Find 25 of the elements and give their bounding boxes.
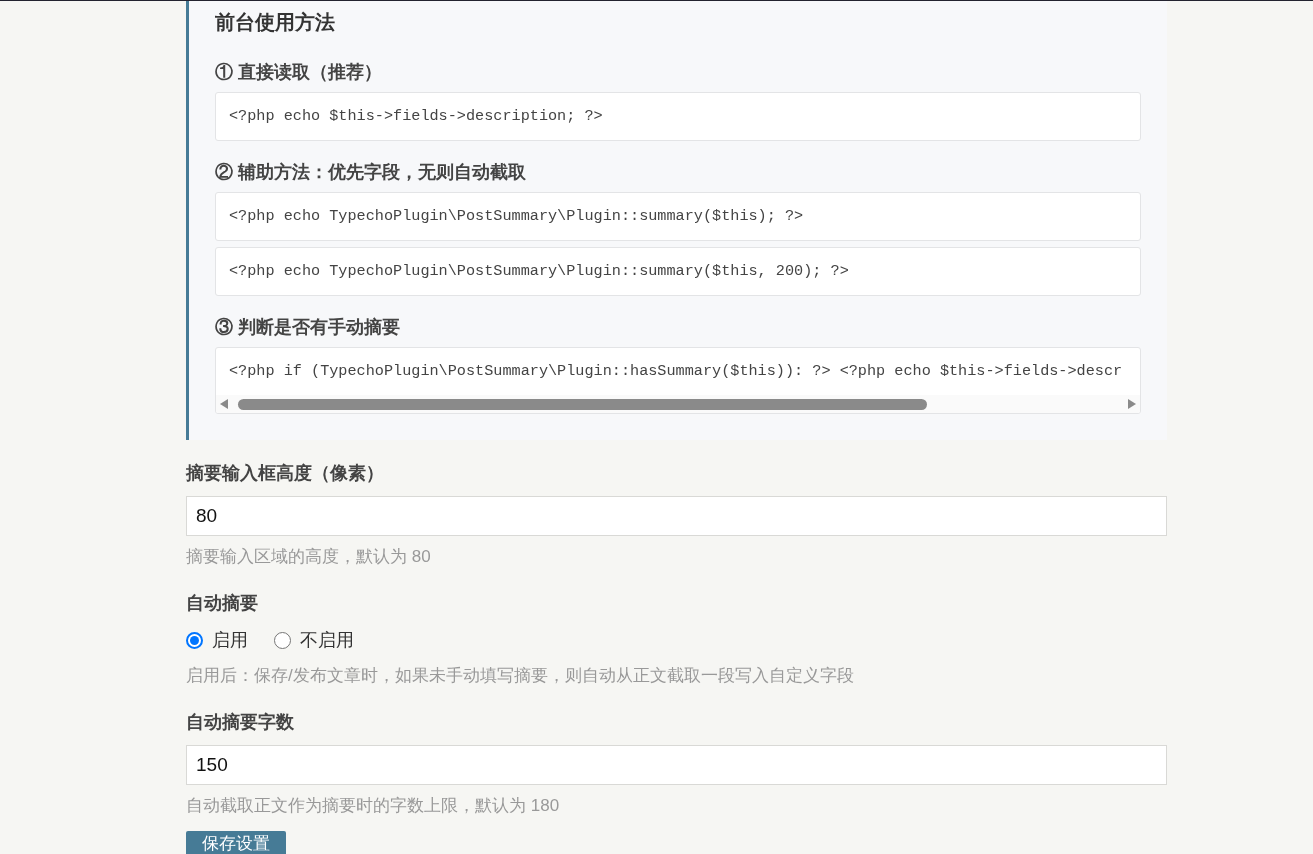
setting-label: 摘要输入框高度（像素）	[186, 462, 385, 485]
code-line: <?php echo TypechoPlugin\PostSummary\Plugin::summary($this, 200); ?>	[229, 261, 849, 283]
text-input-field[interactable]: 80	[186, 496, 1167, 536]
code-line: <?php if (TypechoPlugin\PostSummary\Plugin::hasSummary($this)): ?> <?php echo $this->fields->descr	[229, 361, 1123, 383]
radio-checked-icon[interactable]	[186, 631, 203, 649]
section-heading: ③ 判断是否有手动摘要	[215, 316, 401, 339]
section-heading: ② 辅助方法：优先字段，无则自动截取	[215, 161, 527, 184]
code-line: <?php echo TypechoPlugin\PostSummary\Plugin::summary($this); ?>	[229, 206, 804, 228]
panel-title: 前台使用方法	[215, 10, 336, 35]
scroll-right-arrow-icon[interactable]	[1128, 399, 1136, 409]
radio-option[interactable]: 启用	[186, 626, 248, 654]
setting-label: 自动摘要字数	[186, 711, 295, 734]
setting-hint: 自动截取正文作为摘要时的字数上限，默认为 180	[186, 795, 561, 817]
setting-hint: 启用后：保存/发布文章时，如果未手动填写摘要，则自动从正文截取一段写入自定义字段	[186, 665, 855, 687]
text-input-field[interactable]: 150	[186, 745, 1167, 785]
save-button[interactable]: 保存设置	[186, 831, 286, 854]
setting-label: 自动摘要	[186, 592, 259, 615]
radio-unchecked-icon[interactable]	[274, 631, 291, 649]
horizontal-scrollbar[interactable]	[216, 395, 1140, 413]
scrollbar-thumb[interactable]	[238, 398, 927, 410]
scroll-left-arrow-icon[interactable]	[220, 399, 228, 409]
setting-hint: 摘要输入区域的高度，默认为 80	[186, 546, 432, 568]
section-heading: ① 直接读取（推荐）	[215, 61, 383, 84]
code-line: <?php echo $this->fields->description; ?>	[229, 106, 603, 128]
radio-option[interactable]: 不启用	[274, 626, 354, 654]
